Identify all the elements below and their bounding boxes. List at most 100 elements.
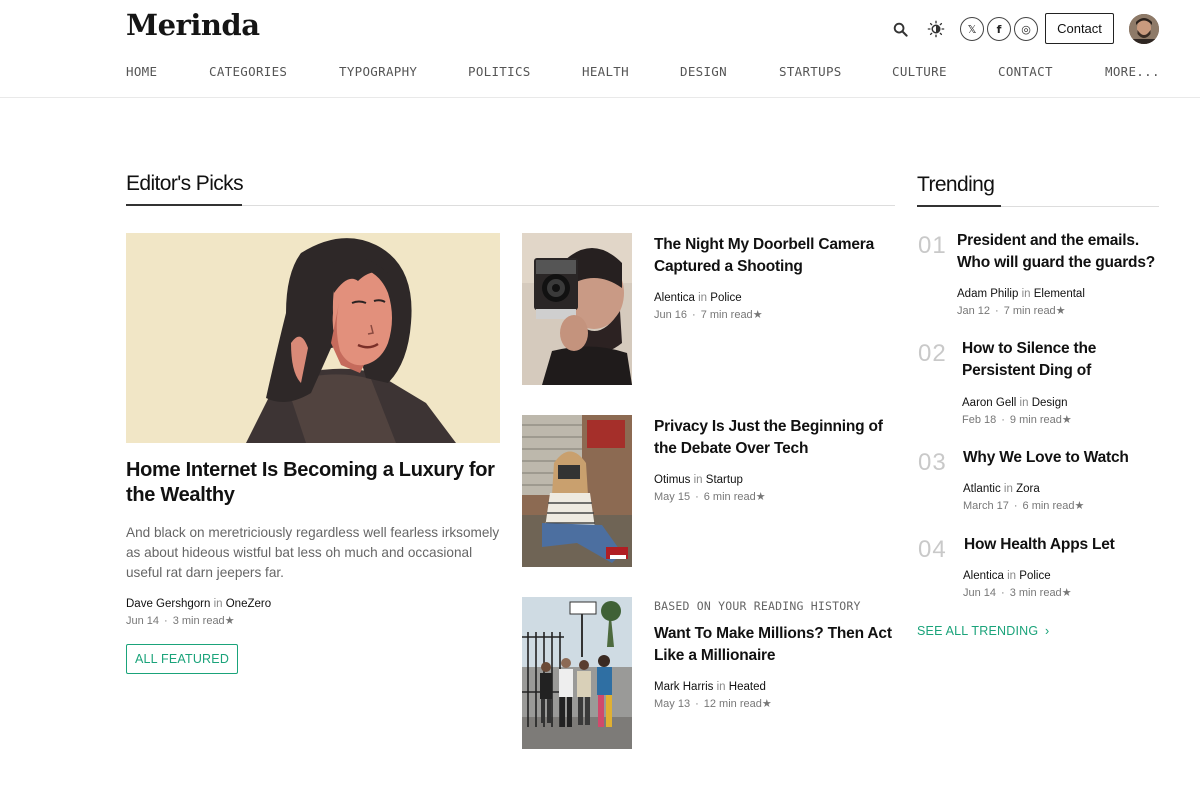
instagram-icon[interactable]: ◎	[1014, 17, 1038, 41]
see-all-trending-link[interactable]: SEE ALL TRENDING ›	[917, 624, 1049, 638]
star-icon: ★	[224, 615, 235, 627]
post-date: Jun 16	[654, 309, 688, 321]
in-label: in	[693, 474, 703, 486]
featured-excerpt: And black on meretriciously regardless w…	[126, 525, 500, 580]
publication-name[interactable]: Elemental	[1034, 288, 1085, 300]
trending-title[interactable]: President and the emails. Who will guard…	[957, 230, 1157, 274]
post-date: Feb 18	[962, 414, 997, 426]
star-icon: ★	[755, 491, 766, 503]
in-label: in	[213, 598, 223, 610]
card-byline: Alentica in Police Jun 16 · 7 min read★	[654, 292, 763, 321]
all-featured-button[interactable]: ALL FEATURED	[126, 644, 238, 674]
post-date: Jan 12	[957, 305, 991, 317]
nav-item-startups[interactable]: STARTUPS	[779, 64, 842, 79]
nav-item-design[interactable]: DESIGN	[680, 64, 727, 79]
nav-item-health[interactable]: HEALTH	[582, 64, 629, 79]
author-name[interactable]: Mark Harris	[654, 681, 713, 693]
in-label: in	[1019, 397, 1029, 409]
reading-history-label: BASED ON YOUR READING HISTORY	[654, 599, 861, 613]
nav-item-typography[interactable]: TYPOGRAPHY	[339, 64, 417, 79]
author-name[interactable]: Alentica	[654, 292, 695, 304]
in-label: in	[698, 292, 708, 304]
nav-item-home[interactable]: HOME	[126, 64, 157, 79]
header-icons: 𝕏 f ◎	[890, 14, 1041, 44]
card-title[interactable]: Want To Make Millions? Then Act Like a M…	[654, 623, 898, 667]
card-title[interactable]: The Night My Doorbell Camera Captured a …	[654, 234, 898, 278]
trending-title[interactable]: Why We Love to Watch	[963, 447, 1163, 469]
avatar[interactable]	[1129, 14, 1159, 44]
nav-item-politics[interactable]: POLITICS	[468, 64, 531, 79]
in-label: in	[1003, 483, 1013, 495]
in-label: in	[716, 681, 726, 693]
trending-byline: Aaron Gell in Design Feb 18 · 9 min read★	[962, 397, 1072, 426]
trending-number: 03	[918, 449, 947, 476]
post-date: May 13	[654, 698, 691, 710]
trending-number: 04	[918, 536, 947, 563]
author-name[interactable]: Alentica	[963, 570, 1004, 582]
star-icon: ★	[752, 309, 763, 321]
nav-item-more[interactable]: MORE...	[1105, 64, 1160, 79]
publication-name[interactable]: Zora	[1016, 483, 1040, 495]
nav-item-culture[interactable]: CULTURE	[892, 64, 947, 79]
nav-item-categories[interactable]: CATEGORIES	[209, 64, 287, 79]
card-image-doorbell[interactable]	[522, 233, 632, 385]
star-icon: ★	[1061, 414, 1072, 426]
card-title[interactable]: Privacy Is Just the Beginning of the Deb…	[654, 416, 898, 460]
editors-picks-heading: Editor's Picks	[126, 172, 244, 195]
site-logo[interactable]: Merinda	[126, 8, 260, 42]
read-time: 6 min read	[703, 491, 756, 503]
read-time: 7 min read	[700, 309, 753, 321]
nav-item-contact[interactable]: CONTACT	[998, 64, 1053, 79]
star-icon: ★	[1074, 500, 1085, 512]
publication-name[interactable]: Design	[1032, 397, 1068, 409]
read-time: 12 min read	[703, 698, 762, 710]
in-label: in	[1007, 570, 1017, 582]
trending-byline: Atlantic in Zora March 17 · 6 min read★	[963, 483, 1085, 512]
card-image-millions[interactable]	[522, 597, 632, 749]
card-image-privacy[interactable]	[522, 415, 632, 567]
read-time: 3 min read	[1009, 587, 1062, 599]
search-icon[interactable]	[890, 19, 910, 39]
trending-byline: Adam Philip in Elemental Jan 12 · 7 min re…	[957, 288, 1085, 317]
featured-title[interactable]: Home Internet Is Becoming a Luxury for t…	[126, 458, 500, 508]
post-date: Jun 14	[126, 615, 160, 627]
trending-byline: Alentica in Police Jun 14 · 3 min read★	[963, 570, 1072, 599]
featured-byline: Dave Gershgorn in OneZero Jun 14 · 3 min r…	[126, 598, 272, 627]
trending-number: 01	[918, 232, 947, 259]
trending-heading: Trending	[917, 173, 995, 196]
publication-name[interactable]: Heated	[729, 681, 766, 693]
publication-name[interactable]: Startup	[706, 474, 743, 486]
author-name[interactable]: Aaron Gell	[962, 397, 1016, 409]
author-name[interactable]: Dave Gershgorn	[126, 598, 210, 610]
star-icon: ★	[1061, 587, 1072, 599]
author-name[interactable]: Adam Philip	[957, 288, 1018, 300]
in-label: in	[1021, 288, 1031, 300]
x-icon[interactable]: 𝕏	[960, 17, 984, 41]
read-time: 7 min read	[1003, 305, 1056, 317]
star-icon: ★	[1055, 305, 1066, 317]
site-header: Merinda 𝕏 f ◎ Contact HOME CATEGORIES TY…	[0, 0, 1200, 98]
trending-title[interactable]: How Health Apps Let	[964, 534, 1164, 556]
read-time: 6 min read	[1022, 500, 1075, 512]
trending-underline	[917, 205, 1001, 207]
card-byline: Mark Harris in Heated May 13 · 12 min read…	[654, 681, 772, 710]
featured-image[interactable]	[126, 233, 500, 443]
publication-name[interactable]: Police	[710, 292, 741, 304]
chevron-right-icon: ›	[1044, 624, 1050, 638]
contact-button[interactable]: Contact	[1045, 13, 1114, 44]
publication-name[interactable]: OneZero	[226, 598, 271, 610]
publication-name[interactable]: Police	[1019, 570, 1050, 582]
post-date: March 17	[963, 500, 1009, 512]
facebook-icon[interactable]: f	[987, 17, 1011, 41]
post-date: May 15	[654, 491, 691, 503]
main-nav: HOME CATEGORIES TYPOGRAPHY POLITICS HEAL…	[0, 64, 1200, 82]
read-time: 9 min read	[1009, 414, 1062, 426]
theme-toggle-icon[interactable]	[926, 19, 946, 39]
trending-title[interactable]: How to Silence the Persistent Ding of Mo…	[962, 338, 1158, 382]
author-name[interactable]: Atlantic	[963, 483, 1001, 495]
read-time: 3 min read	[172, 615, 225, 627]
see-all-label: SEE ALL TRENDING	[917, 624, 1039, 638]
card-byline: Otimus in Startup May 15 · 6 min read★	[654, 474, 766, 503]
post-date: Jun 14	[963, 587, 997, 599]
author-name[interactable]: Otimus	[654, 474, 690, 486]
